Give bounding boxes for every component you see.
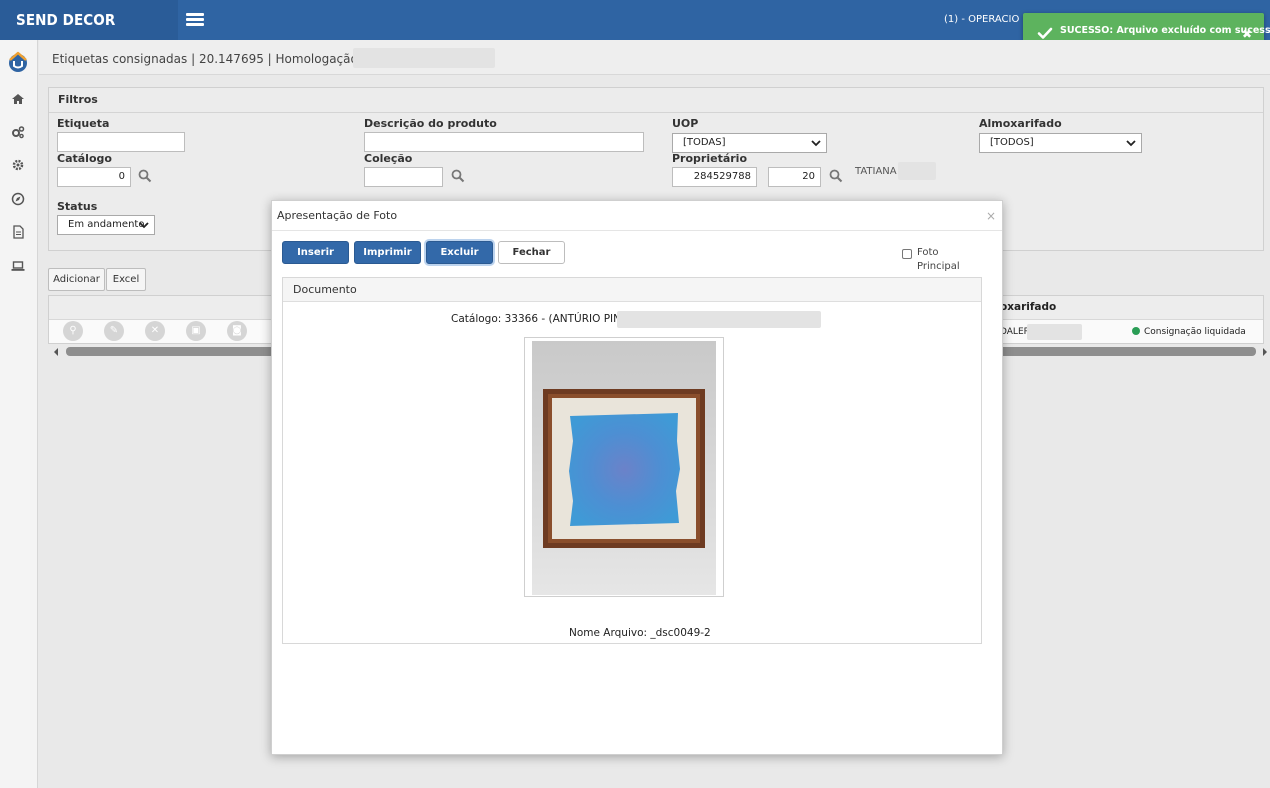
photo-frame xyxy=(524,337,724,597)
redacted-field xyxy=(617,311,821,328)
foto-principal-checkbox[interactable] xyxy=(902,249,912,259)
document-header: Documento xyxy=(283,278,981,302)
modal-divider xyxy=(272,230,1002,231)
modal-title: Apresentação de Foto xyxy=(277,209,398,222)
document-panel: Documento Catálogo: 33366 - (ANTÚRIO PIN… xyxy=(282,277,982,644)
imprimir-button[interactable]: Imprimir xyxy=(354,241,421,264)
modal-close-icon[interactable]: × xyxy=(986,209,996,223)
filename-line: Nome Arquivo: _dsc0049-2 xyxy=(569,627,711,639)
artwork-photo[interactable] xyxy=(532,341,716,595)
photo-modal: Apresentação de Foto × Inserir Imprimir … xyxy=(271,200,1003,755)
catalog-line: Catálogo: 33366 - (ANTÚRIO PINK) xyxy=(451,313,632,325)
foto-principal-label: Foto Principal xyxy=(917,247,960,272)
inserir-button[interactable]: Inserir xyxy=(282,241,349,264)
excluir-button[interactable]: Excluir xyxy=(426,241,493,264)
fechar-button[interactable]: Fechar xyxy=(498,241,565,264)
